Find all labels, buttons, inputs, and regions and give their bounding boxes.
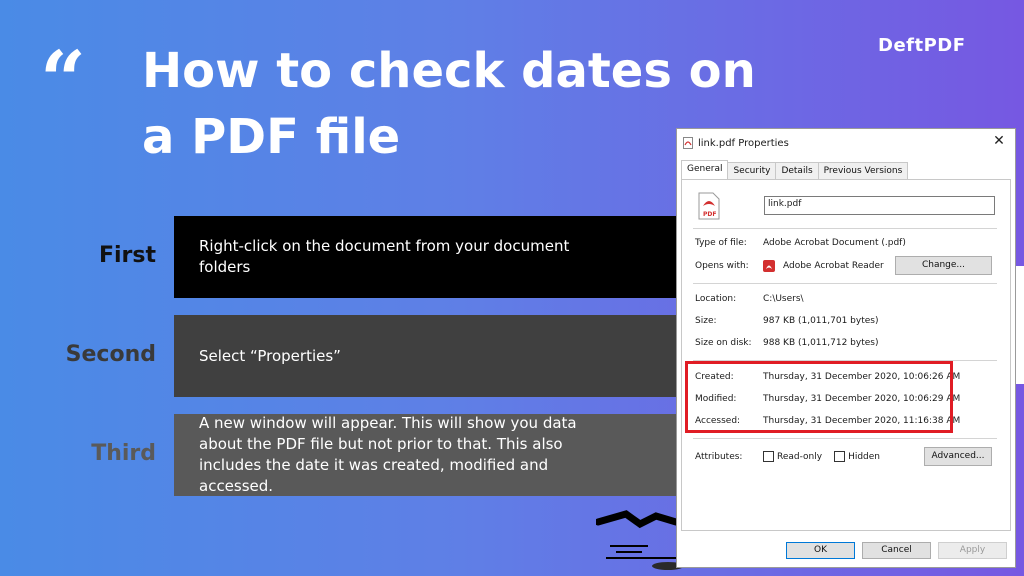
slide-title: How to check dates on a PDF file bbox=[142, 43, 756, 165]
opens-label: Opens with: bbox=[695, 261, 749, 271]
location-value: C:\Users\ bbox=[763, 294, 804, 304]
properties-dialog: link.pdf Properties ✕ General Security D… bbox=[676, 128, 1016, 568]
cancel-button[interactable]: Cancel bbox=[862, 542, 931, 559]
step-label-third: Third bbox=[91, 441, 156, 466]
opens-value: Adobe Acrobat Reader D bbox=[783, 261, 887, 271]
change-button[interactable]: Change... bbox=[895, 256, 992, 275]
quote-mark: “ bbox=[40, 33, 87, 127]
runner-illustration bbox=[596, 510, 684, 570]
tab-security[interactable]: Security bbox=[727, 162, 777, 179]
readonly-label: Read-only bbox=[777, 451, 823, 462]
step-label-first: First bbox=[98, 243, 156, 268]
dialog-titlebar: link.pdf Properties bbox=[683, 135, 789, 151]
pdf-file-icon bbox=[683, 137, 693, 149]
acrobat-icon bbox=[763, 260, 775, 272]
pdf-document-icon: PDF bbox=[698, 192, 720, 220]
svg-text:PDF: PDF bbox=[703, 211, 716, 218]
attributes-label: Attributes: bbox=[695, 451, 743, 462]
step-box-second: Select “Properties” bbox=[174, 315, 694, 397]
separator bbox=[693, 228, 997, 229]
hidden-label: Hidden bbox=[848, 451, 881, 462]
step-box-first: Right-click on the document from your do… bbox=[174, 216, 694, 298]
location-label: Location: bbox=[695, 294, 737, 304]
ok-button[interactable]: OK bbox=[786, 542, 855, 559]
size-value: 987 KB (1,011,701 bytes) bbox=[763, 316, 879, 326]
apply-button[interactable]: Apply bbox=[938, 542, 1007, 559]
size-label: Size: bbox=[695, 316, 717, 326]
type-value: Adobe Acrobat Document (.pdf) bbox=[763, 238, 906, 248]
file-name-field[interactable]: link.pdf bbox=[764, 196, 995, 215]
brand-logo: DeftPDF bbox=[878, 35, 966, 56]
type-label: Type of file: bbox=[695, 238, 747, 248]
step-label-second: Second bbox=[65, 342, 156, 367]
dialog-title: link.pdf Properties bbox=[698, 137, 789, 149]
close-icon[interactable]: ✕ bbox=[991, 133, 1007, 149]
general-panel: PDF link.pdf Type of file: Adobe Acrobat… bbox=[681, 179, 1011, 531]
step-text-second: Select “Properties” bbox=[199, 346, 341, 365]
size-on-disk-label: Size on disk: bbox=[695, 338, 752, 348]
size-on-disk-value: 988 KB (1,011,712 bytes) bbox=[763, 338, 879, 348]
hidden-checkbox[interactable] bbox=[834, 451, 846, 462]
step-text-first: Right-click on the document from your do… bbox=[199, 237, 570, 276]
separator bbox=[693, 283, 997, 284]
separator bbox=[693, 438, 997, 439]
tab-details[interactable]: Details bbox=[775, 162, 819, 179]
advanced-button[interactable]: Advanced... bbox=[924, 447, 992, 466]
tab-previous-versions[interactable]: Previous Versions bbox=[817, 162, 909, 179]
step-text-third: A new window will appear. This will show… bbox=[199, 414, 577, 495]
step-box-third: A new window will appear. This will show… bbox=[174, 414, 694, 496]
tab-bar: General Security Details Previous Versio… bbox=[681, 160, 909, 179]
readonly-checkbox[interactable] bbox=[763, 451, 774, 462]
tab-general[interactable]: General bbox=[681, 160, 729, 179]
dates-highlight-box bbox=[685, 361, 953, 433]
